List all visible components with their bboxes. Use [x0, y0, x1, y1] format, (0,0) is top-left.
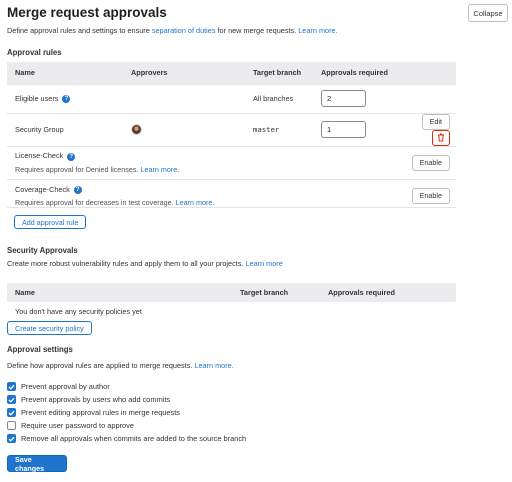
checkbox-checked[interactable]	[7, 395, 16, 404]
column-header-approvals-required: Approvals required	[328, 288, 395, 297]
edit-rule-button[interactable]: Edit	[421, 113, 450, 130]
learn-more-link[interactable]: Learn more.	[194, 361, 233, 370]
actions-cell: Enable	[397, 145, 456, 179]
create-security-policy-button[interactable]: Create security policy	[7, 321, 92, 335]
settings-description-text: Define how approval rules are applied to…	[7, 361, 195, 370]
separation-of-duties-link[interactable]: separation of duties	[152, 26, 216, 35]
approval-rules-table: Name Approvers Target branch Approvals r…	[7, 62, 456, 212]
actions-cell: Edit	[397, 112, 456, 146]
save-changes-button[interactable]: Save changes	[7, 455, 67, 473]
page-title: Merge request approvals	[7, 5, 167, 20]
rule-name-cell: Security Group	[7, 112, 123, 146]
approvals-cell: 2	[313, 83, 397, 113]
learn-more-link[interactable]: Learn more.	[298, 26, 337, 35]
security-approvals-heading: Security Approvals	[7, 246, 78, 255]
rule-name: Eligible users	[15, 93, 59, 103]
checkmark-icon	[8, 384, 15, 390]
checkbox-label: Prevent approvals by users who add commi…	[21, 395, 171, 404]
table-row: License-Check? Requires approval for Den…	[7, 145, 456, 179]
approvers-cell	[123, 112, 245, 146]
learn-more-link[interactable]: Learn more.	[176, 198, 215, 207]
option-require-password[interactable]: Require user password to approve	[7, 421, 134, 430]
collapse-button[interactable]: Collapse	[468, 4, 508, 22]
checkmark-icon	[8, 397, 15, 403]
option-remove-approvals-on-commit[interactable]: Remove all approvals when commits are ad…	[7, 434, 246, 443]
option-prevent-committer-approval[interactable]: Prevent approvals by users who add commi…	[7, 395, 170, 404]
trash-icon	[438, 133, 444, 142]
question-circle-icon[interactable]: ?	[73, 185, 82, 194]
add-approval-rule-button[interactable]: Add approval rule	[14, 215, 87, 229]
column-header-approvers: Approvers	[123, 62, 245, 84]
column-header-target-branch: Target branch	[245, 62, 313, 84]
checkbox-label: Remove all approvals when commits are ad…	[21, 434, 247, 443]
rule-description-text: Requires approval for decreases in test …	[15, 197, 176, 207]
checkbox-checked[interactable]	[7, 434, 16, 443]
column-header-approvals-required: Approvals required	[313, 62, 397, 84]
question-circle-icon[interactable]: ?	[67, 152, 76, 161]
rule-name: Coverage-Check	[15, 184, 70, 194]
approvers-cell	[123, 83, 245, 113]
checkmark-icon	[8, 436, 15, 442]
branch-name: master	[253, 125, 280, 134]
checkbox-checked[interactable]	[7, 382, 16, 391]
rule-name-cell: License-Check? Requires approval for Den…	[7, 145, 397, 179]
security-policies-table-header: Name Target branch Approvals required	[7, 283, 456, 302]
rule-description: Requires approval for Denied licenses. L…	[15, 165, 389, 174]
target-branch-cell: All branches	[245, 83, 313, 113]
description-text: Define approval rules and settings to en…	[7, 26, 152, 35]
rule-description-text: Requires approval for Denied licenses.	[15, 164, 141, 174]
approval-settings-heading: Approval settings	[7, 345, 73, 354]
approvals-cell: 1	[313, 112, 397, 146]
enable-coverage-check-button[interactable]: Enable	[411, 187, 450, 204]
option-prevent-author-approval[interactable]: Prevent approval by author	[7, 382, 110, 391]
question-circle-icon[interactable]: ?	[62, 95, 71, 104]
table-row: Eligible users? All branches 2	[7, 83, 456, 113]
column-header-target-branch: Target branch	[240, 288, 289, 297]
empty-state-text: You don't have any security policies yet	[15, 307, 142, 316]
rule-name-cell: Eligible users?	[7, 83, 123, 113]
checkbox-label: Require user password to approve	[21, 421, 134, 430]
avatar[interactable]	[131, 124, 142, 135]
rule-description: Requires approval for decreases in test …	[15, 198, 389, 207]
delete-rule-button[interactable]	[432, 129, 450, 146]
description-suffix: for new merge requests.	[215, 26, 299, 35]
page-description: Define approval rules and settings to en…	[7, 26, 338, 35]
column-header-name: Name	[15, 288, 35, 297]
approval-rules-heading: Approval rules	[7, 48, 62, 57]
table-header-row: Name Approvers Target branch Approvals r…	[7, 62, 456, 84]
enable-license-check-button[interactable]: Enable	[411, 154, 450, 171]
security-description-text: Create more robust vulnerability rules a…	[7, 259, 246, 268]
checkmark-icon	[8, 410, 15, 416]
option-prevent-editing-rules[interactable]: Prevent editing approval rules in merge …	[7, 408, 180, 417]
checkbox-unchecked[interactable]	[7, 421, 16, 430]
approvals-required-input[interactable]: 1	[321, 121, 366, 138]
checkbox-label: Prevent editing approval rules in merge …	[21, 408, 180, 417]
column-header-name: Name	[7, 62, 123, 84]
approval-settings-description: Define how approval rules are applied to…	[7, 361, 234, 370]
rule-name: License-Check	[15, 151, 64, 161]
column-header-actions	[397, 62, 456, 84]
table-row: Security Group master 1 Edit	[7, 112, 456, 146]
target-branch-cell: master	[245, 112, 313, 146]
security-approvals-description: Create more robust vulnerability rules a…	[7, 259, 283, 268]
approvals-required-input[interactable]: 2	[321, 90, 366, 107]
actions-cell	[397, 83, 456, 113]
checkbox-checked[interactable]	[7, 408, 16, 417]
learn-more-link[interactable]: Learn more.	[140, 165, 179, 174]
checkbox-label: Prevent approval by author	[21, 382, 110, 391]
learn-more-link[interactable]: Learn more	[245, 259, 282, 268]
